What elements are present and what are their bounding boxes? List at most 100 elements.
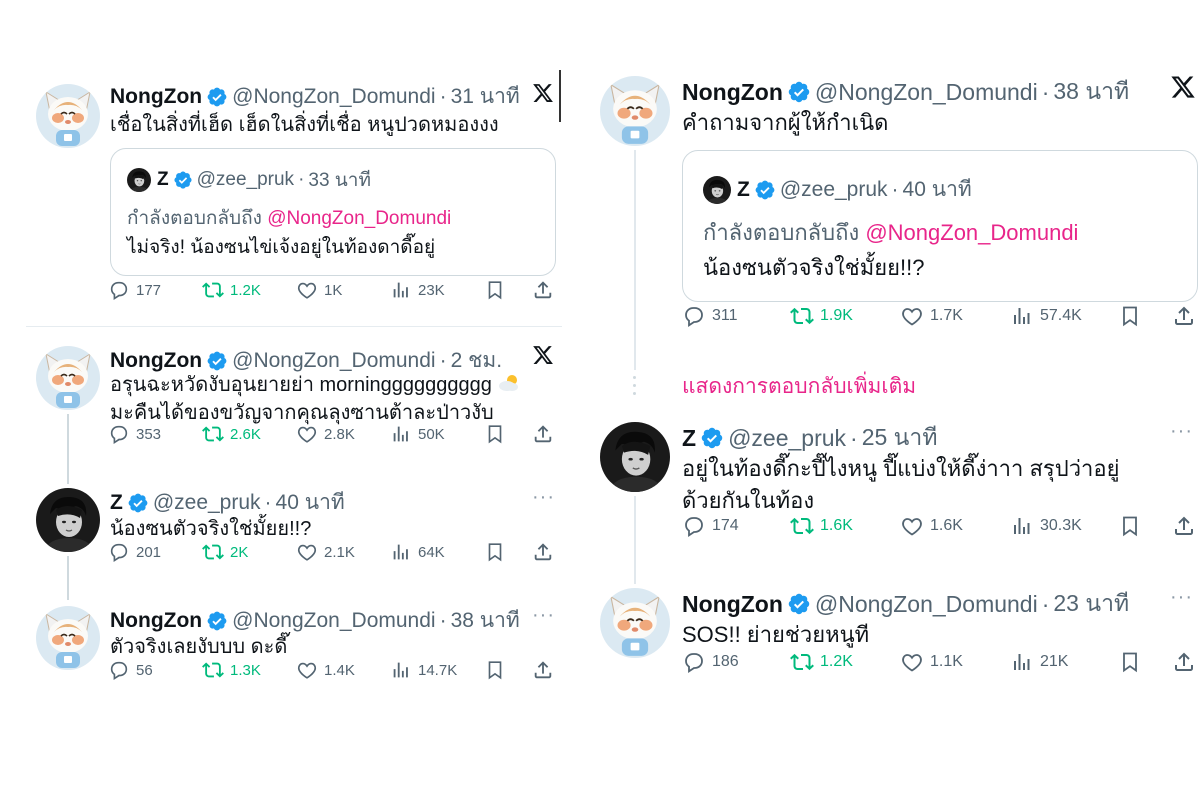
handle[interactable]: @NongZon_Domundi [232,349,435,373]
quote-tweet[interactable]: Z @zee_pruk · 40 นาที กำลังตอบกลับถึง @N… [682,150,1198,302]
reply-button[interactable]: 56 [108,659,153,681]
display-name[interactable]: NongZon [110,609,202,633]
mascot-avatar-icon [600,588,670,658]
more-options-button[interactable]: ··· [532,604,555,627]
view-count: 30.3K [1040,517,1082,534]
timestamp[interactable]: 38 นาที [1053,74,1129,110]
bookmark-button[interactable] [1118,650,1142,674]
mascot-avatar-icon [36,606,100,670]
repost-button[interactable]: 2K [202,541,248,563]
bookmark-button[interactable] [1118,514,1142,538]
x-logo-icon[interactable] [532,344,554,366]
repost-button[interactable]: 1.2K [202,279,261,301]
timestamp[interactable]: 23 นาที [1053,586,1129,622]
bookmark-button[interactable] [484,423,506,445]
reply-button[interactable]: 177 [108,279,161,301]
timestamp[interactable]: 40 นาที [276,486,345,519]
repost-button[interactable]: 1.9K [790,304,853,328]
views-button[interactable]: 14.7K [390,659,457,681]
display-name[interactable]: Z [110,491,123,515]
reply-button[interactable]: 186 [682,650,739,674]
like-button[interactable]: 2.8K [296,423,355,445]
bookmark-button[interactable] [484,279,506,301]
timestamp[interactable]: 31 นาที [451,80,520,113]
more-options-button[interactable]: ··· [532,486,555,509]
avatar[interactable] [600,76,670,146]
reply-button[interactable]: 311 [682,304,738,328]
bookmark-icon [1118,304,1142,328]
x-logo-icon[interactable] [1170,74,1196,100]
thread-dot [633,384,636,387]
display-name[interactable]: Z [682,425,696,452]
display-name[interactable]: NongZon [682,79,783,106]
share-button[interactable] [532,659,554,681]
avatar[interactable] [600,422,670,492]
like-button[interactable]: 1K [296,279,342,301]
mention-link[interactable]: @NongZon_Domundi [865,220,1078,245]
avatar[interactable] [36,606,100,670]
repost-button[interactable]: 1.2K [790,650,853,674]
repost-button[interactable]: 2.6K [202,423,261,445]
bookmark-button[interactable] [484,541,506,563]
display-name: Z [157,169,169,190]
views-button[interactable]: 57.4K [1010,304,1082,328]
handle[interactable]: @NongZon_Domundi [815,79,1038,106]
handle[interactable]: @NongZon_Domundi [232,85,435,109]
like-button[interactable]: 1.6K [900,514,963,538]
views-button[interactable]: 21K [1010,650,1068,674]
share-icon [532,279,554,301]
timestamp[interactable]: 38 นาที [451,604,520,637]
mention-link[interactable]: @NongZon_Domundi [267,208,451,229]
views-button[interactable]: 30.3K [1010,514,1082,538]
like-count: 1.7K [930,307,963,324]
views-button[interactable]: 64K [390,541,445,563]
repost-icon [202,541,224,563]
share-button[interactable] [532,423,554,445]
bookmark-button[interactable] [484,659,506,681]
avatar[interactable] [36,346,100,410]
view-count: 57.4K [1040,307,1082,324]
like-button[interactable]: 1.4K [296,659,355,681]
display-name: Z [737,177,750,201]
like-count: 2.8K [324,425,355,443]
avatar[interactable] [36,84,100,148]
repost-button[interactable]: 1.6K [790,514,853,538]
handle[interactable]: @zee_pruk [728,425,846,452]
share-button[interactable] [1172,514,1196,538]
share-button[interactable] [1172,650,1196,674]
share-button[interactable] [1172,304,1196,328]
bookmark-button[interactable] [1118,304,1142,328]
views-button[interactable]: 50K [390,423,445,445]
repost-count: 2K [230,543,249,561]
display-name[interactable]: NongZon [110,349,202,373]
view-count: 21K [1040,653,1069,670]
display-name[interactable]: NongZon [682,591,783,618]
show-more-replies-link[interactable]: แสดงการตอบกลับเพิ่มเติม [682,370,916,403]
repost-button[interactable]: 1.3K [202,659,261,681]
share-icon [532,541,554,563]
thread-line [634,150,636,370]
view-count: 64K [418,543,445,561]
views-icon [390,659,412,681]
quote-tweet[interactable]: Z @zee_pruk · 33 นาที กำลังตอบกลับถึง @N… [110,148,556,276]
more-options-button[interactable]: ··· [1170,420,1193,443]
reply-button[interactable]: 174 [682,514,739,538]
handle[interactable]: @NongZon_Domundi [232,609,435,633]
x-logo-icon[interactable] [532,82,554,104]
timestamp[interactable]: 25 นาที [862,420,938,456]
like-icon [296,423,318,445]
more-options-button[interactable]: ··· [1170,586,1193,609]
like-button[interactable]: 1.7K [900,304,963,328]
handle[interactable]: @zee_pruk [153,491,261,515]
reply-button[interactable]: 353 [108,423,161,445]
share-button[interactable] [532,541,554,563]
handle[interactable]: @NongZon_Domundi [815,591,1038,618]
avatar[interactable] [36,488,100,552]
reply-button[interactable]: 201 [108,541,161,563]
like-button[interactable]: 2.1K [296,541,355,563]
avatar[interactable] [600,588,670,658]
display-name[interactable]: NongZon [110,85,202,109]
share-button[interactable] [532,279,554,301]
views-button[interactable]: 23K [390,279,445,301]
like-button[interactable]: 1.1K [900,650,963,674]
